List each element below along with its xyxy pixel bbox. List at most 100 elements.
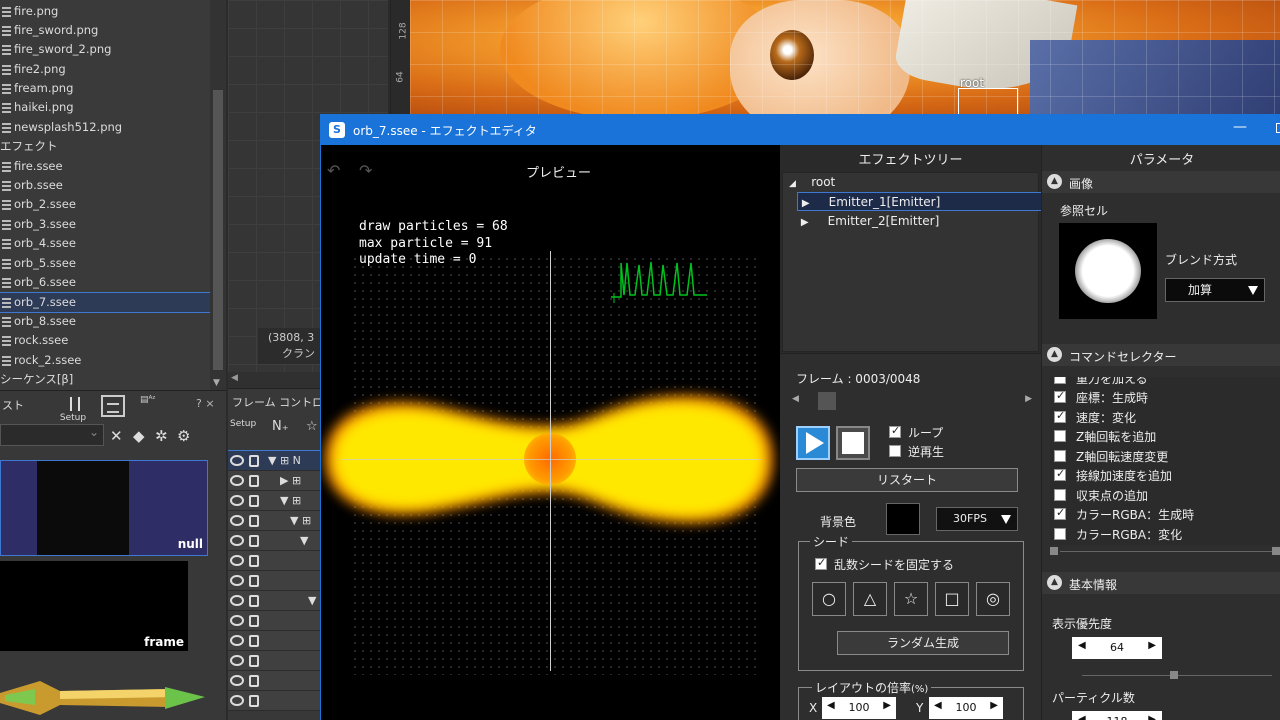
increment-icon[interactable]: ▶	[1148, 640, 1156, 651]
sort-az-icon[interactable]: ▤ᴬᶻ	[140, 395, 168, 417]
frame-slider[interactable]: ◀ ▶	[792, 392, 1032, 410]
eye-icon[interactable]	[230, 515, 244, 526]
eye-icon[interactable]	[230, 655, 244, 666]
eye-icon[interactable]	[230, 555, 244, 566]
layer-row[interactable]	[228, 631, 322, 651]
minimize-button[interactable]: —	[1233, 119, 1247, 135]
file-item[interactable]: fire.png	[0, 2, 210, 21]
particle-count-spinner[interactable]: ◀ 118 ▶	[1072, 711, 1162, 720]
command-checkbox[interactable]	[1054, 430, 1066, 442]
layer-row[interactable]: ▼	[228, 531, 322, 551]
eye-icon[interactable]	[230, 695, 244, 706]
star-icon[interactable]: ☆	[306, 419, 318, 434]
eye-icon[interactable]	[230, 475, 244, 486]
layout-x-spinner[interactable]: ◀ 100 ▶	[822, 697, 896, 719]
increment-icon[interactable]: ▶	[1148, 714, 1156, 720]
character-artwork[interactable]: root	[410, 0, 1280, 116]
collapse-icon[interactable]: ▼ ⊞ N	[268, 454, 301, 467]
slider-thumb[interactable]	[1170, 671, 1178, 679]
fps-dropdown[interactable]: 30FPS	[936, 507, 1018, 531]
loop-checkbox[interactable]	[889, 424, 901, 438]
effect-item[interactable]: orb_2.ssee	[0, 195, 210, 214]
lock-icon[interactable]	[249, 535, 259, 547]
lock-icon[interactable]	[249, 595, 259, 607]
command-checkbox[interactable]	[1054, 409, 1066, 423]
fix-seed-checkbox[interactable]	[815, 556, 827, 570]
lock-icon[interactable]	[249, 455, 259, 467]
command-checkbox[interactable]	[1054, 467, 1066, 481]
preview-panel[interactable]: ↶ ↷ プレビュー draw particles = 68 max partic…	[321, 145, 780, 720]
gear-icon[interactable]: ⚙	[177, 427, 190, 445]
priority-spinner[interactable]: ◀ 64 ▶	[1072, 637, 1162, 659]
layer-row[interactable]	[228, 671, 322, 691]
effect-item[interactable]: orb_6.ssee	[0, 273, 210, 292]
bg-color-swatch[interactable]	[886, 503, 920, 535]
scrollbar-thumb[interactable]	[213, 90, 223, 370]
file-item[interactable]: haikei.png	[0, 98, 210, 117]
layer-row[interactable]: ▼ ⊞	[228, 491, 322, 511]
increment-icon[interactable]: ▶	[883, 700, 891, 711]
slider-left-icon[interactable]: ◀	[792, 394, 799, 404]
layer-row[interactable]	[228, 651, 322, 671]
new-layer-icon[interactable]: N₊	[272, 419, 289, 434]
collapse-icon[interactable]: ▼ ⊞	[280, 494, 301, 507]
lock-icon[interactable]	[249, 495, 259, 507]
file-item[interactable]: fream.png	[0, 79, 210, 98]
effect-tree[interactable]: ◢ root ▶ Emitter_1[Emitter] ▶ Emitter_2[…	[782, 172, 1043, 352]
lock-icon[interactable]	[249, 655, 259, 667]
ref-cell-preview[interactable]	[1059, 223, 1157, 319]
file-item[interactable]: fire_sword.png	[0, 21, 210, 40]
tree-node-root[interactable]: ◢ root	[789, 173, 835, 192]
triangle-shape-button[interactable]: △	[853, 582, 887, 616]
file-item[interactable]: newsplash512.png	[0, 118, 210, 137]
collapse-icon[interactable]: ▼	[300, 534, 308, 547]
lock-icon[interactable]	[249, 575, 259, 587]
effect-item[interactable]: orb.ssee	[0, 176, 210, 195]
reverse-checkbox[interactable]	[889, 445, 901, 457]
square-shape-button[interactable]: □	[935, 582, 969, 616]
play-button[interactable]	[796, 426, 830, 460]
layer-row[interactable]: ▼ ⊞	[228, 511, 322, 531]
thumbnail-frame[interactable]: frame	[0, 561, 188, 651]
sparkle-icon[interactable]: ✲	[155, 427, 168, 445]
ring-shape-button[interactable]: ◎	[976, 582, 1010, 616]
increment-icon[interactable]: ▶	[990, 700, 998, 711]
section-basic-info[interactable]: ▲ 基本情報	[1042, 572, 1280, 594]
collapse-icon[interactable]: ▲	[1047, 347, 1062, 362]
stop-button[interactable]	[836, 426, 870, 460]
filmstrip-icon[interactable]	[101, 395, 125, 417]
lock-icon[interactable]	[249, 475, 259, 487]
lock-icon[interactable]	[249, 555, 259, 567]
effect-item[interactable]: rock.ssee	[0, 331, 210, 350]
slider-thumb[interactable]	[818, 392, 836, 410]
eye-icon[interactable]	[230, 575, 244, 586]
command-list[interactable]: 重力を加える 座標：生成時 速度：変化 Z軸回転を追加 Z軸回転速度変更 接線加…	[1050, 377, 1280, 545]
eye-icon[interactable]	[230, 675, 244, 686]
setup-button[interactable]: Setup	[58, 393, 88, 423]
lock-icon[interactable]	[249, 695, 259, 707]
category-sequence[interactable]: シーケンス[β]	[0, 370, 210, 389]
eye-icon[interactable]	[230, 595, 244, 606]
sword-thumbnail[interactable]	[0, 671, 210, 720]
tag-icon[interactable]: ◆	[133, 427, 145, 445]
section-command-selector[interactable]: ▲ コマンドセレクター	[1042, 344, 1280, 366]
lock-icon[interactable]	[249, 675, 259, 687]
layout-y-spinner[interactable]: ◀ 100 ▶	[929, 697, 1003, 719]
star-shape-button[interactable]: ☆	[894, 582, 928, 616]
effect-item[interactable]: rock_2.ssee	[0, 351, 210, 370]
file-item[interactable]: fire_sword_2.png	[0, 40, 210, 59]
collapse-icon[interactable]: ◢	[789, 179, 796, 189]
random-generate-button[interactable]: ランダム生成	[837, 631, 1009, 655]
effect-item[interactable]: orb_5.ssee	[0, 254, 210, 273]
filter-dropdown[interactable]	[0, 424, 104, 446]
file-item[interactable]: fire2.png	[0, 60, 210, 79]
priority-slider[interactable]	[1072, 671, 1272, 679]
collapse-icon[interactable]: ▼ ⊞	[290, 514, 311, 527]
root-bone-handle[interactable]	[958, 88, 1018, 116]
lock-icon[interactable]	[249, 635, 259, 647]
effect-item[interactable]: fire.ssee	[0, 157, 210, 176]
circle-shape-button[interactable]: ○	[812, 582, 846, 616]
lock-icon[interactable]	[249, 615, 259, 627]
layer-row[interactable]	[228, 551, 322, 571]
command-checkbox[interactable]	[1054, 528, 1066, 540]
